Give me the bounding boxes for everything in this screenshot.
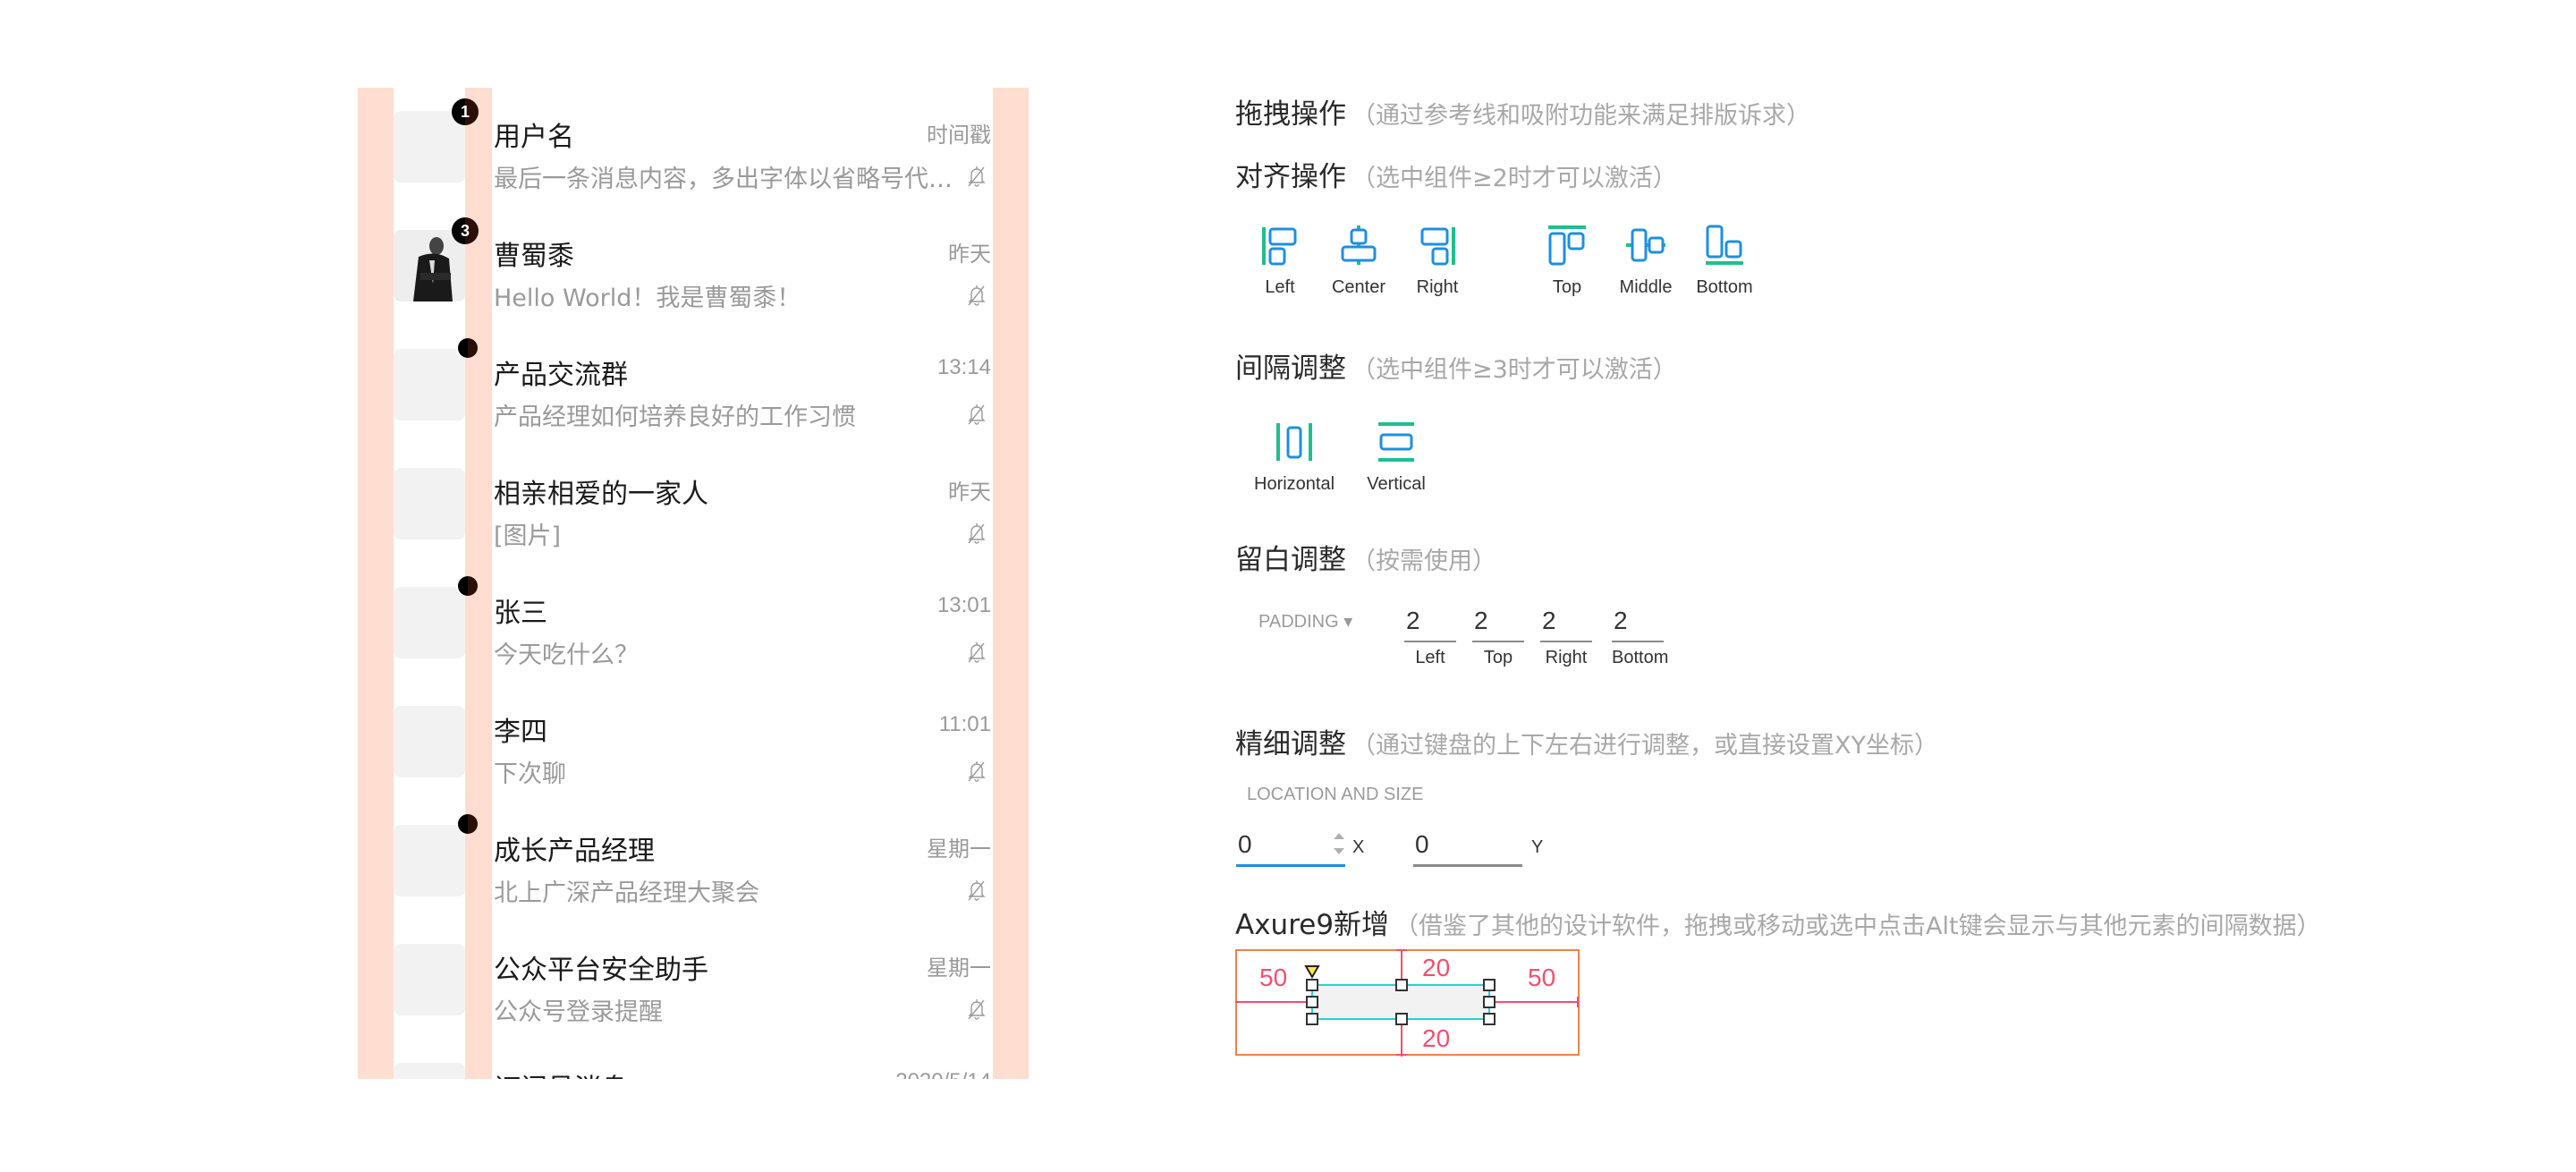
- avatar: [394, 944, 465, 1015]
- padding-dropdown[interactable]: PADDING ▾: [1258, 610, 1352, 633]
- chat-name: 用户名: [494, 122, 574, 153]
- unread-dot: [458, 338, 478, 358]
- chat-list-item[interactable]: 相亲相爱的一家人 昨天 [图片]: [358, 445, 1029, 564]
- last-message: 公众号登录提醒: [494, 998, 663, 1026]
- chat-list-item[interactable]: 3 曹蜀黍 昨天 Hello World！我是曹蜀黍！: [358, 207, 1029, 326]
- gap-right-value: 50: [1528, 964, 1556, 991]
- unread-dot: [458, 814, 478, 834]
- section-align-title: 对齐操作 （选中组件≥2时才可以激活）: [1235, 161, 1677, 193]
- chat-time: 13:14: [936, 355, 991, 379]
- align-top-icon: [1548, 225, 1586, 266]
- avatar: [394, 587, 465, 658]
- align-middle-icon: [1626, 228, 1665, 262]
- avatar: [394, 706, 465, 777]
- align-center-button[interactable]: Center: [1318, 224, 1399, 298]
- last-message: 今天吃什么？: [494, 641, 639, 669]
- avatar: [394, 468, 465, 539]
- chat-name: 成长产品经理: [494, 836, 655, 867]
- avatar: [394, 349, 465, 420]
- mute-bell-icon: [966, 283, 987, 308]
- mute-bell-icon: [966, 759, 987, 784]
- gap-left-value: 50: [1259, 964, 1288, 991]
- section-finetune-title: 精细调整 （通过键盘的上下左右进行调整，或直接设置XY坐标）: [1235, 728, 1938, 760]
- avatar: [394, 111, 465, 183]
- chat-name: 张三: [494, 598, 547, 629]
- avatar: [394, 825, 465, 896]
- chat-list-item[interactable]: 订阅号消息 2020/5/14: [358, 1040, 1029, 1079]
- gap-top-value: 20: [1422, 954, 1451, 981]
- chat-name: 曹蜀黍: [494, 241, 574, 272]
- rotation-handle-icon: [1304, 965, 1320, 979]
- x-coordinate-input[interactable]: 0: [1236, 830, 1345, 867]
- section-distribute-title: 间隔调整 （选中组件≥3时才可以激活）: [1235, 352, 1677, 385]
- align-left-icon: [1262, 227, 1297, 266]
- chat-list-item[interactable]: 公众平台安全助手 星期一公众号登录提醒: [358, 921, 1029, 1040]
- padding-bottom-field[interactable]: 2 Bottom: [1612, 607, 1668, 668]
- chat-time: 星期一: [927, 956, 991, 981]
- align-top-button[interactable]: Top: [1527, 224, 1607, 298]
- chat-time: 昨天: [948, 242, 991, 267]
- chat-name: 公众平台安全助手: [494, 955, 708, 986]
- chat-name: 李四: [494, 717, 547, 748]
- chat-name: 产品交流群: [494, 360, 628, 391]
- chat-time: 13:01: [936, 593, 991, 617]
- chat-name: 订阅号消息: [494, 1066, 628, 1079]
- padding-top-field[interactable]: 2 Top: [1472, 607, 1524, 668]
- avatar: [394, 1063, 465, 1079]
- location-size-label: LOCATION AND SIZE: [1247, 785, 1424, 804]
- unread-count-badge: 3: [452, 217, 479, 244]
- chat-time: 11:01: [938, 712, 991, 736]
- last-message: 下次聊: [494, 760, 566, 788]
- align-left-button[interactable]: Left: [1240, 224, 1320, 298]
- section-padding-title: 留白调整 （按需使用）: [1235, 544, 1496, 576]
- align-middle-button[interactable]: Middle: [1606, 224, 1686, 298]
- mute-bell-icon: [966, 402, 987, 427]
- unread-dot: [458, 576, 478, 596]
- mute-bell-icon: [966, 997, 987, 1022]
- last-message: 最后一条消息内容，多出字体以省略号代替…: [494, 166, 959, 193]
- chat-list-panel: 1 用户名 时间戳 最后一条消息内容，多出字体以省略号代替… 3 曹蜀黍 昨天 Hello W…: [358, 88, 1029, 1079]
- last-message: 北上广深产品经理大聚会: [494, 879, 759, 907]
- chat-time: 2020/5/14: [895, 1069, 991, 1079]
- y-axis-label: Y: [1531, 837, 1544, 857]
- distribute-vertical-icon: [1378, 422, 1414, 462]
- unread-count-badge: 1: [452, 98, 479, 125]
- distribute-horizontal-button[interactable]: Horizontal: [1254, 420, 1335, 495]
- distribute-horizontal-icon: [1276, 423, 1312, 461]
- chat-list-item[interactable]: 李四 11:01 下次聊: [358, 683, 1029, 802]
- section-axure9-title: Axure9新增 （借鉴了其他的设计软件，拖拽或移动或选中点击Alt键会显示与其他…: [1235, 909, 2321, 941]
- chat-list-item[interactable]: 产品交流群 13:14 产品经理如何培养良好的工作习惯: [358, 326, 1029, 445]
- distribute-vertical-button[interactable]: Vertical: [1356, 420, 1436, 495]
- mute-bell-icon: [966, 164, 987, 189]
- gap-measure-diagram: 50 20 50 20: [1235, 949, 1580, 1057]
- mute-bell-icon: [966, 521, 987, 546]
- align-bottom-icon: [1706, 225, 1743, 265]
- last-message: Hello World！我是曹蜀黍！: [494, 285, 801, 312]
- align-right-button[interactable]: Right: [1397, 224, 1478, 298]
- last-message: 产品经理如何培养良好的工作习惯: [494, 403, 856, 431]
- mute-bell-icon: [966, 640, 987, 665]
- chat-time: 时间戳: [927, 123, 991, 148]
- mute-bell-icon: [966, 878, 987, 903]
- last-message: [图片]: [494, 522, 562, 550]
- padding-left-field[interactable]: 2 Left: [1404, 607, 1456, 668]
- x-axis-label: X: [1352, 837, 1365, 857]
- align-center-icon: [1341, 225, 1377, 265]
- align-bottom-button[interactable]: Bottom: [1684, 224, 1765, 298]
- x-stepper-icon[interactable]: [1333, 830, 1345, 857]
- chat-time: 昨天: [948, 480, 991, 505]
- chat-time: 星期一: [927, 837, 991, 862]
- y-coordinate-input[interactable]: 0: [1413, 830, 1522, 867]
- chat-name: 相亲相爱的一家人: [494, 479, 708, 510]
- chat-list-item[interactable]: 成长产品经理 星期一北上广深产品经理大聚会: [358, 802, 1029, 921]
- gap-bottom-value: 20: [1422, 1024, 1451, 1052]
- align-right-icon: [1420, 227, 1455, 266]
- avatar: [394, 230, 465, 301]
- chat-list-item[interactable]: 张三 13:01 今天吃什么？: [358, 564, 1029, 683]
- padding-right-field[interactable]: 2 Right: [1540, 607, 1592, 668]
- chat-list-item[interactable]: 1 用户名 时间戳最后一条消息内容，多出字体以省略号代替…: [358, 88, 1029, 207]
- section-drag-title: 拖拽操作 （通过参考线和吸附功能来满足排版诉求）: [1235, 98, 1810, 131]
